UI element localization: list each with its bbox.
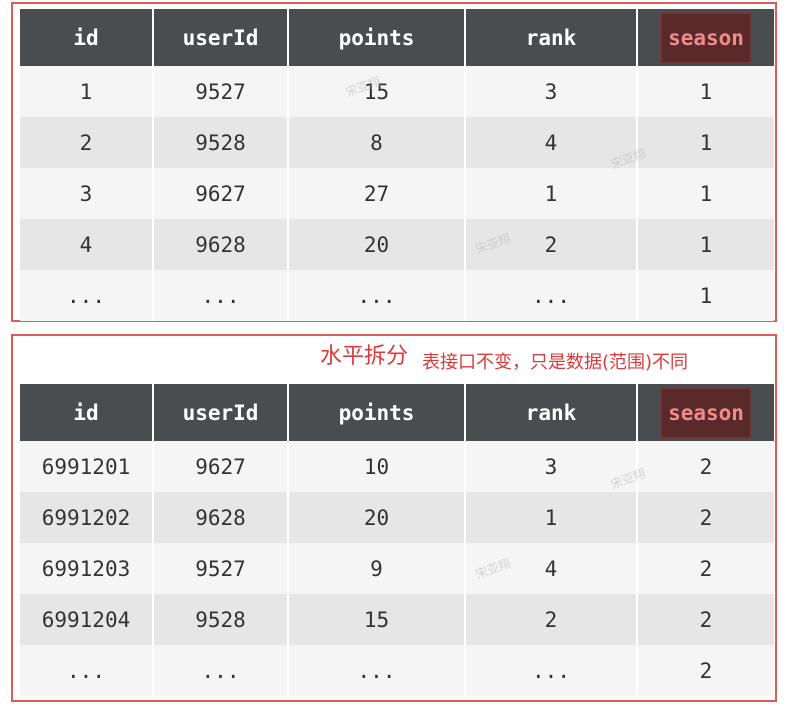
table-row: 1 9527 15 3 1 <box>20 66 774 117</box>
cell-id: ... <box>20 645 154 696</box>
column-header-points: points <box>288 9 466 66</box>
table-row: 6991202 9628 20 1 2 <box>20 492 774 543</box>
cell-season: 1 <box>637 219 774 270</box>
cell-userid: ... <box>153 645 289 696</box>
cell-userid: 9628 <box>153 492 289 543</box>
column-header-season: season <box>637 9 774 66</box>
cell-userid: ... <box>153 270 289 321</box>
cell-id: 1 <box>20 66 154 117</box>
column-header-rank: rank <box>465 384 638 441</box>
cell-id: 3 <box>20 168 154 219</box>
cell-points: 15 <box>288 594 466 645</box>
table-row: 3 9627 27 1 1 <box>20 168 774 219</box>
cell-id: 6991202 <box>20 492 154 543</box>
cell-points: 20 <box>288 219 466 270</box>
season-1-table: id userId points rank season 1 9527 15 3… <box>20 9 774 321</box>
cell-userid: 9528 <box>153 117 289 168</box>
cell-season: 2 <box>637 492 774 543</box>
cell-id: 2 <box>20 117 154 168</box>
table-row: 6991203 9527 9 4 2 <box>20 543 774 594</box>
cell-rank: ... <box>465 645 638 696</box>
column-header-id: id <box>20 384 154 441</box>
table-row: 6991201 9627 10 3 2 <box>20 441 774 492</box>
table-row: 4 9628 20 2 1 <box>20 219 774 270</box>
cell-points: 20 <box>288 492 466 543</box>
season-highlight: season <box>662 388 750 437</box>
cell-userid: 9528 <box>153 594 289 645</box>
cell-season: 2 <box>637 543 774 594</box>
table-row: 2 9528 8 4 1 <box>20 117 774 168</box>
cell-userid: 9627 <box>153 441 289 492</box>
season-2-table: id userId points rank season 6991201 962… <box>20 384 774 696</box>
column-header-userid: userId <box>153 9 289 66</box>
cell-rank: 1 <box>465 492 638 543</box>
cell-userid: 9527 <box>153 543 289 594</box>
cell-points: 9 <box>288 543 466 594</box>
cell-points: 27 <box>288 168 466 219</box>
column-header-userid: userId <box>153 384 289 441</box>
horizontal-split-description: 表接口不变，只是数据(范围)不同 <box>420 348 691 374</box>
cell-season: 1 <box>637 168 774 219</box>
cell-points: ... <box>288 645 466 696</box>
cell-points: 10 <box>288 441 466 492</box>
cell-rank: 3 <box>465 66 638 117</box>
table-header-row: id userId points rank season <box>20 384 774 441</box>
cell-season: 2 <box>637 441 774 492</box>
cell-season: 2 <box>637 645 774 696</box>
cell-id: 6991201 <box>20 441 154 492</box>
cell-id: ... <box>20 270 154 321</box>
cell-rank: 1 <box>465 168 638 219</box>
table-row: ... ... ... ... 1 <box>20 270 774 321</box>
horizontal-split-title: 水平拆分 <box>320 344 409 369</box>
cell-rank: ... <box>465 270 638 321</box>
column-header-id: id <box>20 9 154 66</box>
cell-points: ... <box>288 270 466 321</box>
table-row: ... ... ... ... 2 <box>20 645 774 696</box>
cell-userid: 9628 <box>153 219 289 270</box>
cell-id: 6991203 <box>20 543 154 594</box>
cell-season: 1 <box>637 270 774 321</box>
season-highlight: season <box>662 13 750 62</box>
column-header-points: points <box>288 384 466 441</box>
cell-userid: 9627 <box>153 168 289 219</box>
cell-season: 2 <box>637 594 774 645</box>
cell-id: 6991204 <box>20 594 154 645</box>
cell-points: 8 <box>288 117 466 168</box>
cell-userid: 9527 <box>153 66 289 117</box>
column-header-rank: rank <box>465 9 638 66</box>
cell-id: 4 <box>20 219 154 270</box>
column-header-season: season <box>637 384 774 441</box>
cell-season: 1 <box>637 66 774 117</box>
table-header-row: id userId points rank season <box>20 9 774 66</box>
table-row: 6991204 9528 15 2 2 <box>20 594 774 645</box>
cell-rank: 2 <box>465 594 638 645</box>
cell-season: 1 <box>637 117 774 168</box>
